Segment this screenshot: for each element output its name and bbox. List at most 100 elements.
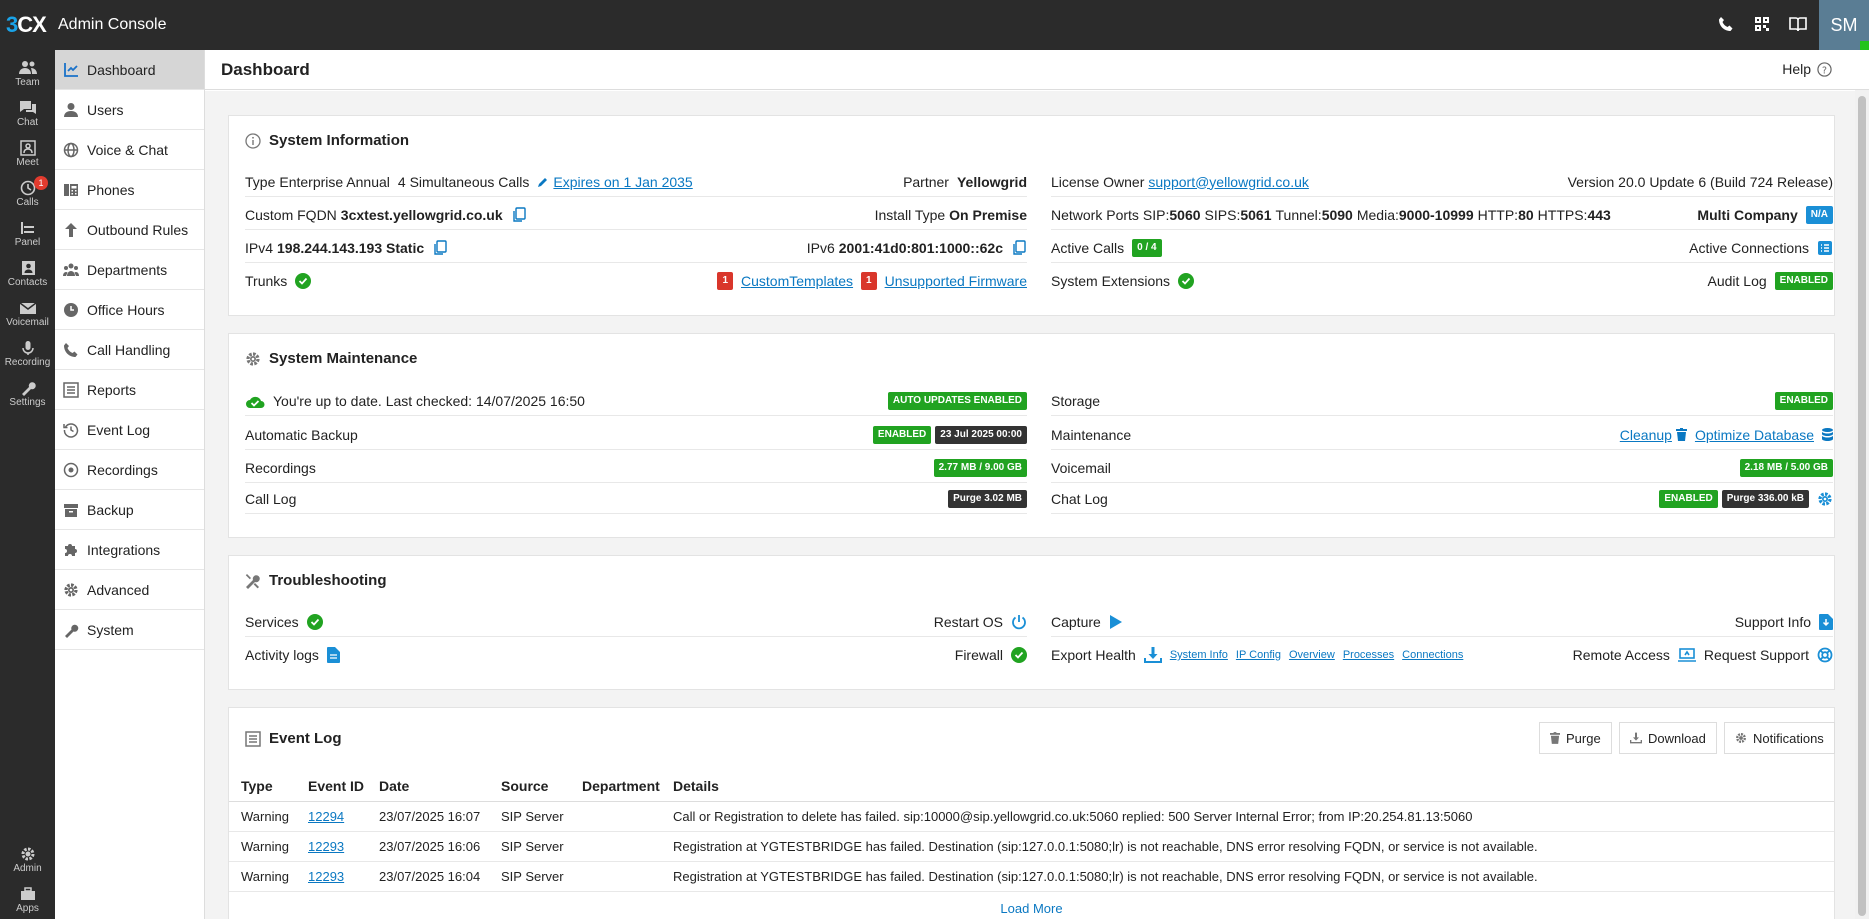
column-type[interactable]: Type: [229, 771, 296, 802]
column-date[interactable]: Date: [367, 771, 489, 802]
ip-config-link[interactable]: IP Config: [1236, 649, 1281, 661]
rail-item-team[interactable]: Team: [0, 56, 55, 96]
sidebar-item-dashboard[interactable]: Dashboard: [55, 50, 204, 90]
activity-logs-row: Activity logs Firewall: [245, 640, 1027, 670]
copy-icon[interactable]: [1011, 239, 1027, 256]
book-icon[interactable]: [1789, 15, 1807, 33]
play-icon[interactable]: [1109, 614, 1123, 630]
sidebar-item-voice-chat[interactable]: Voice & Chat: [55, 130, 204, 170]
system-info-link[interactable]: System Info: [1170, 649, 1228, 661]
services-ok-icon[interactable]: [306, 613, 323, 630]
trash-icon: [1550, 732, 1560, 744]
updates-row: You're up to date. Last checked: 14/07/2…: [245, 386, 1027, 416]
sidebar-item-recordings[interactable]: Recordings: [55, 450, 204, 490]
rail-item-chat[interactable]: Chat: [0, 96, 55, 136]
column-department[interactable]: Department: [570, 771, 661, 802]
rail-item-calls[interactable]: Calls 1: [0, 176, 55, 216]
puzzle-icon: [65, 543, 77, 556]
voicemail-icon: [19, 302, 36, 314]
scrollbar-thumb[interactable]: [1858, 96, 1866, 916]
user-icon: [64, 102, 78, 117]
download-button[interactable]: Download: [1619, 722, 1717, 754]
column-event-id[interactable]: Event ID: [296, 771, 367, 802]
table-row[interactable]: Warning 12293 23/07/2025 16:04 SIP Serve…: [229, 861, 1834, 892]
storage-badge[interactable]: ENABLED: [1774, 391, 1833, 410]
unsupported-firmware-link[interactable]: Unsupported Firmware: [885, 273, 1027, 289]
load-more-link[interactable]: Load More: [229, 901, 1834, 916]
settings-gear-icon[interactable]: [1817, 491, 1833, 507]
lifebuoy-icon[interactable]: [1817, 647, 1833, 663]
table-row[interactable]: Warning 12294 23/07/2025 16:07 SIP Serve…: [229, 801, 1834, 832]
audit-log-badge[interactable]: ENABLED: [1774, 272, 1833, 290]
download-icon[interactable]: [1143, 647, 1162, 663]
main-area: Dashboard Help ? System Information Type…: [205, 50, 1869, 919]
chat-log-purge-badge[interactable]: Purge 336.00 kB: [1721, 489, 1809, 508]
optimize-database-link[interactable]: Optimize Database: [1695, 427, 1814, 443]
rail-item-meet[interactable]: Meet: [0, 136, 55, 176]
purge-button[interactable]: Purge: [1539, 722, 1612, 754]
list-icon[interactable]: [1817, 240, 1833, 256]
download-file-icon[interactable]: [1819, 613, 1833, 630]
user-avatar[interactable]: SM: [1819, 0, 1869, 50]
trash-icon[interactable]: [1675, 428, 1687, 441]
event-id-link[interactable]: 12293: [308, 839, 344, 854]
rail-item-settings[interactable]: Settings: [0, 376, 55, 416]
sidebar-item-backup[interactable]: Backup: [55, 490, 204, 530]
event-id-link[interactable]: 12293: [308, 869, 344, 884]
power-icon[interactable]: [1011, 614, 1027, 630]
rail-item-contacts[interactable]: Contacts: [0, 256, 55, 296]
chat-log-enabled-badge[interactable]: ENABLED: [1659, 489, 1718, 508]
firewall-ok-icon[interactable]: [1011, 647, 1027, 663]
sidebar-item-phones[interactable]: Phones: [55, 170, 204, 210]
call-log-purge-badge[interactable]: Purge 3.02 MB: [948, 489, 1027, 508]
sidebar-item-integrations[interactable]: Integrations: [55, 530, 204, 570]
sidebar-item-departments[interactable]: Departments: [55, 250, 204, 290]
sidebar-nav: Dashboard Users Voice & Chat Phones Outb…: [55, 50, 205, 919]
phone-icon[interactable]: [1717, 15, 1735, 33]
automatic-backup-row: Automatic Backup ENABLED 23 Jul 2025 00:…: [245, 420, 1027, 450]
event-id-link[interactable]: 12294: [308, 809, 344, 824]
owner-email-link[interactable]: support@yellowgrid.co.uk: [1148, 174, 1309, 190]
auto-updates-badge[interactable]: AUTO UPDATES ENABLED: [887, 391, 1027, 410]
wrench-icon: [65, 624, 79, 638]
sidebar-item-reports[interactable]: Reports: [55, 370, 204, 410]
rail-item-admin[interactable]: Admin: [0, 842, 55, 882]
custom-templates-link[interactable]: CustomTemplates: [741, 273, 853, 289]
help-button[interactable]: Help ?: [1782, 61, 1832, 77]
active-calls-badge: 0 / 4: [1132, 238, 1162, 257]
backup-enabled-badge[interactable]: ENABLED: [872, 425, 932, 444]
microphone-icon: [21, 341, 34, 355]
database-icon[interactable]: [1822, 428, 1833, 441]
rail-item-apps[interactable]: Apps: [0, 882, 55, 919]
sidebar-item-office-hours[interactable]: Office Hours: [55, 290, 204, 330]
sidebar-item-advanced[interactable]: Advanced: [55, 570, 204, 610]
pencil-icon[interactable]: [537, 176, 549, 188]
sidebar-item-event-log[interactable]: Event Log: [55, 410, 204, 450]
connections-link[interactable]: Connections: [1402, 649, 1463, 661]
overview-link[interactable]: Overview: [1289, 649, 1335, 661]
rail-item-voicemail[interactable]: Voicemail: [0, 296, 55, 336]
rail-item-panel[interactable]: Panel: [0, 216, 55, 256]
column-source[interactable]: Source: [489, 771, 570, 802]
table-row[interactable]: Warning 12293 23/07/2025 16:06 SIP Serve…: [229, 831, 1834, 862]
main-scrollbar[interactable]: [1855, 90, 1869, 919]
expires-link[interactable]: Expires on 1 Jan 2035: [553, 174, 692, 190]
copy-icon[interactable]: [511, 206, 527, 223]
qr-code-icon[interactable]: [1753, 15, 1771, 33]
sidebar-item-system[interactable]: System: [55, 610, 204, 650]
remote-access-icon[interactable]: [1677, 647, 1696, 663]
3cx-logo[interactable]: 3CX: [6, 12, 47, 38]
processes-link[interactable]: Processes: [1343, 649, 1394, 661]
backup-date-badge: 23 Jul 2025 00:00: [935, 425, 1027, 444]
column-details[interactable]: Details: [661, 771, 1834, 802]
rail-item-recording[interactable]: Recording: [0, 336, 55, 376]
sidebar-item-call-handling[interactable]: Call Handling: [55, 330, 204, 370]
sidebar-item-users[interactable]: Users: [55, 90, 204, 130]
system-extensions-row: System Extensions Audit Log ENABLED: [1051, 266, 1833, 296]
document-icon[interactable]: [326, 647, 340, 663]
copy-icon[interactable]: [432, 239, 448, 256]
sidebar-item-outbound-rules[interactable]: Outbound Rules: [55, 210, 204, 250]
notifications-button[interactable]: Notifications: [1724, 722, 1835, 754]
cleanup-link[interactable]: Cleanup: [1620, 427, 1672, 443]
dashboard-content: System Information Type Enterprise Annua…: [205, 91, 1855, 919]
